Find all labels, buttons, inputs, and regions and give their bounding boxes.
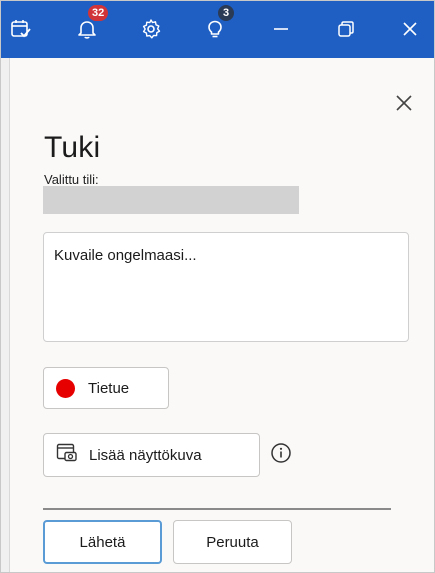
record-dot-icon [56, 378, 75, 398]
send-button[interactable]: Lähetä [43, 520, 162, 564]
record-button-label: Tietue [88, 379, 130, 397]
description-input[interactable]: Kuvaile ongelmaasi... [43, 232, 409, 342]
notifications-badge: 32 [87, 4, 110, 22]
gear-icon [139, 17, 163, 41]
tips-badge: 3 [217, 4, 235, 22]
cancel-button[interactable]: Peruuta [173, 520, 292, 564]
info-icon [270, 442, 292, 469]
title-bar: 32 3 [1, 1, 434, 58]
add-screenshot-label: Lisää näyttökuva [89, 446, 202, 464]
divider [43, 508, 391, 510]
panel-close-button[interactable] [391, 92, 417, 118]
support-window: 32 3 Tuki Valittu tili: Kuvaile ongelmaa… [0, 0, 435, 573]
add-screenshot-button[interactable]: Lisää näyttökuva [43, 433, 260, 477]
settings-button[interactable] [133, 11, 169, 47]
restore-icon [336, 19, 356, 39]
close-icon [394, 93, 414, 118]
background-window-edge [1, 58, 10, 572]
page-title: Tuki [44, 131, 101, 164]
account-label: Valittu tili: [44, 172, 99, 187]
cancel-button-label: Peruuta [206, 533, 259, 551]
window-close-button[interactable] [392, 11, 428, 47]
info-button[interactable] [270, 442, 292, 469]
account-value-redacted [43, 186, 299, 214]
record-button[interactable]: Tietue [43, 367, 169, 409]
calendar-check-button[interactable] [3, 11, 39, 47]
minimize-button[interactable] [263, 11, 299, 47]
minimize-icon [271, 19, 291, 39]
calendar-check-icon [9, 17, 33, 41]
send-button-label: Lähetä [79, 533, 126, 551]
restore-button[interactable] [328, 11, 364, 47]
screenshot-icon [56, 443, 89, 467]
close-icon [400, 19, 420, 39]
